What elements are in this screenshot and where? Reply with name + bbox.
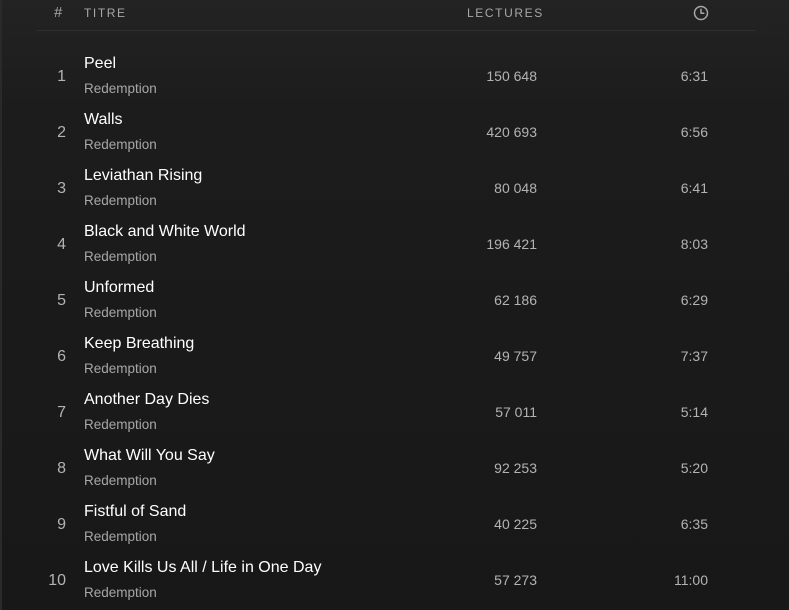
track-artist[interactable]: Redemption: [84, 81, 157, 96]
track-number: 9: [57, 516, 66, 533]
track-artist[interactable]: Redemption: [84, 193, 157, 208]
track-title[interactable]: Peel: [84, 55, 116, 73]
track-artist[interactable]: Redemption: [84, 585, 157, 600]
track-row[interactable]: 6 Keep Breathing Redemption 49 757 7:37: [0, 328, 789, 384]
track-number: 6: [57, 348, 66, 365]
track-number: 5: [57, 292, 66, 309]
clock-icon[interactable]: [693, 5, 709, 21]
track-duration: 5:14: [680, 404, 708, 420]
track-duration: 8:03: [680, 236, 708, 252]
track-plays: 57 011: [495, 404, 537, 420]
track-number: 2: [57, 124, 66, 141]
track-row[interactable]: 2 Walls Redemption 420 693 6:56: [0, 104, 789, 160]
track-plays: 62 186: [494, 292, 537, 308]
track-plays: 196 421: [486, 236, 537, 252]
track-artist[interactable]: Redemption: [84, 361, 157, 376]
header-plays[interactable]: LECTURES: [467, 6, 544, 20]
track-row[interactable]: 5 Unformed Redemption 62 186 6:29: [0, 272, 789, 328]
track-artist[interactable]: Redemption: [84, 529, 157, 544]
track-plays: 92 253: [494, 460, 537, 476]
track-row[interactable]: 7 Another Day Dies Redemption 57 011 5:1…: [0, 384, 789, 440]
track-row[interactable]: 4 Black and White World Redemption 196 4…: [0, 216, 789, 272]
track-title[interactable]: Fistful of Sand: [84, 503, 186, 521]
track-title[interactable]: Keep Breathing: [84, 335, 194, 353]
track-title[interactable]: Walls: [84, 111, 123, 129]
track-title[interactable]: Black and White World: [84, 223, 246, 241]
tracklist: # TITRE LECTURES 1 Peel Redemption 150 6…: [0, 0, 789, 610]
track-title[interactable]: Leviathan Rising: [84, 167, 202, 185]
track-duration: 7:37: [680, 348, 708, 364]
track-number: 10: [48, 572, 66, 589]
track-row[interactable]: 1 Peel Redemption 150 648 6:31: [0, 48, 789, 104]
header-title[interactable]: TITRE: [84, 6, 127, 20]
track-number: 3: [57, 180, 66, 197]
track-plays: 40 225: [494, 516, 537, 532]
track-duration: 6:29: [680, 292, 708, 308]
header-number: #: [54, 4, 63, 21]
track-number: 1: [57, 68, 66, 85]
track-duration: 6:31: [680, 68, 708, 84]
track-plays: 420 693: [486, 124, 537, 140]
track-duration: 6:56: [680, 124, 708, 140]
track-artist[interactable]: Redemption: [84, 137, 157, 152]
track-duration: 5:20: [680, 460, 708, 476]
track-title[interactable]: Another Day Dies: [84, 391, 209, 409]
track-title[interactable]: Unformed: [84, 279, 154, 297]
track-plays: 80 048: [494, 180, 537, 196]
track-artist[interactable]: Redemption: [84, 305, 157, 320]
track-row[interactable]: 3 Leviathan Rising Redemption 80 048 6:4…: [0, 160, 789, 216]
track-number: 4: [57, 236, 66, 253]
track-row[interactable]: 9 Fistful of Sand Redemption 40 225 6:35: [0, 496, 789, 552]
track-plays: 57 273: [494, 572, 537, 588]
track-duration: 6:41: [680, 180, 708, 196]
track-number: 7: [57, 404, 66, 421]
track-plays: 150 648: [486, 68, 537, 84]
track-rows: 1 Peel Redemption 150 648 6:31 2 Walls R…: [0, 48, 789, 608]
track-number: 8: [57, 460, 66, 477]
tracklist-header: # TITRE LECTURES: [36, 0, 756, 31]
track-artist[interactable]: Redemption: [84, 473, 157, 488]
track-title[interactable]: Love Kills Us All / Life in One Day: [84, 559, 321, 577]
track-title[interactable]: What Will You Say: [84, 447, 215, 465]
track-row[interactable]: 10 Love Kills Us All / Life in One Day R…: [0, 552, 789, 608]
track-artist[interactable]: Redemption: [84, 417, 157, 432]
track-plays: 49 757: [494, 348, 537, 364]
track-row[interactable]: 8 What Will You Say Redemption 92 253 5:…: [0, 440, 789, 496]
track-duration: 6:35: [680, 516, 708, 532]
track-duration: 11:00: [674, 572, 708, 588]
track-artist[interactable]: Redemption: [84, 249, 157, 264]
